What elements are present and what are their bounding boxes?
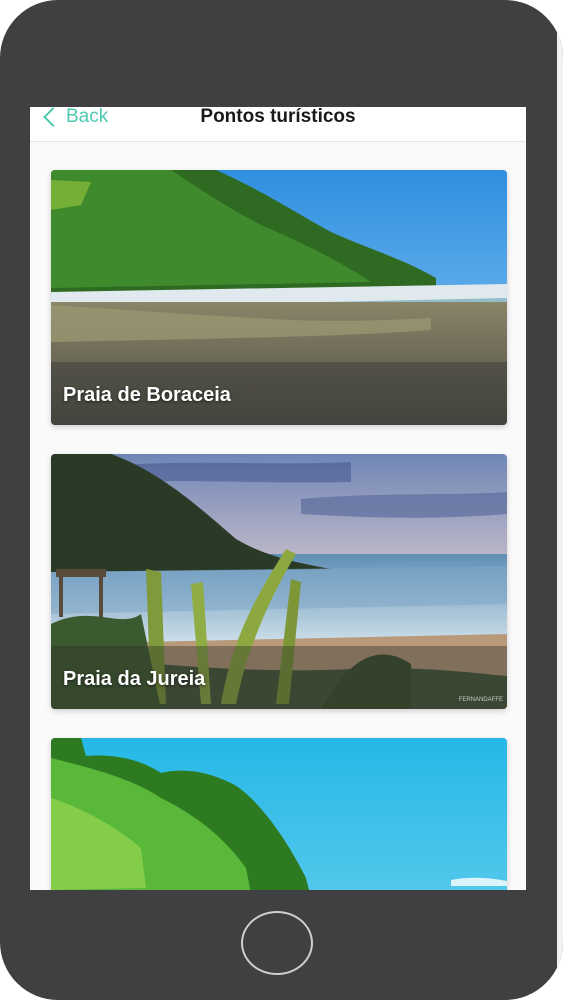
photo-watermark: FERNANDAFFE [458, 697, 503, 703]
card-title: Praia da Jureia [63, 668, 206, 690]
phone-edge [557, 0, 563, 1000]
page-title: Pontos turísticos [200, 107, 356, 127]
card-third-beach[interactable] [51, 738, 507, 890]
navigation-bar: Back Pontos turísticos [30, 107, 526, 142]
beach-photo-third [51, 738, 507, 890]
card-praia-de-boraceia[interactable]: Praia de Boraceia [51, 170, 507, 425]
card-title: Praia de Boraceia [63, 384, 231, 406]
app-screen: Back Pontos turísticos Praia de Boraceia… [30, 107, 526, 890]
phone-frame: Back Pontos turísticos Praia de Boraceia… [0, 0, 563, 1000]
home-button-icon[interactable] [241, 911, 313, 975]
card-praia-da-jureia[interactable]: Praia da Jureia FERNANDAFFE [51, 454, 507, 709]
